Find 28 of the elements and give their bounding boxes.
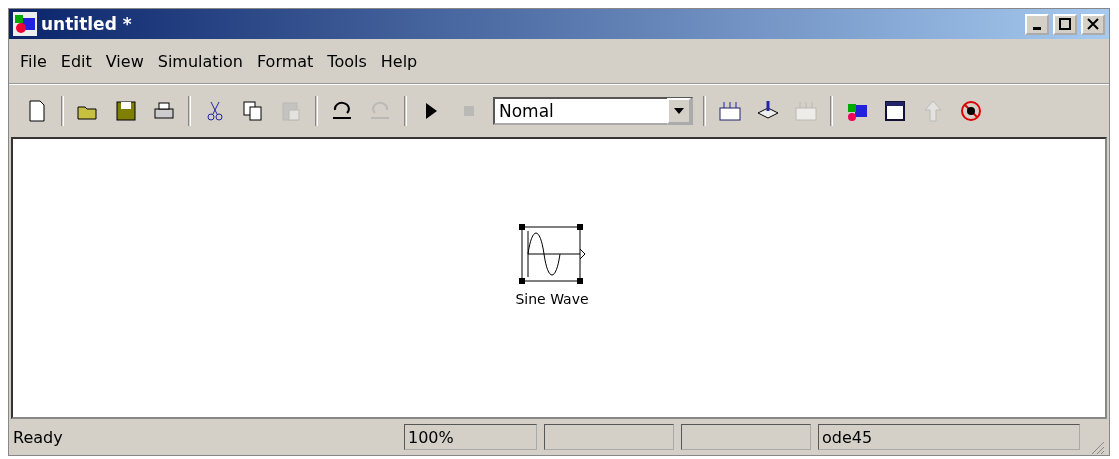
model-icon — [13, 12, 37, 36]
clipboard-icon — [279, 99, 303, 123]
grid-icon — [794, 99, 818, 123]
mode-dropdown[interactable]: Nomal — [493, 97, 693, 125]
status-message: Ready — [13, 427, 64, 447]
close-icon — [1087, 18, 1099, 30]
close-button[interactable] — [1081, 13, 1105, 35]
solver-name: ode45 — [818, 424, 1080, 450]
copy-icon — [241, 99, 265, 123]
menu-item[interactable]: File — [15, 51, 52, 71]
menu-item[interactable]: Simulation — [152, 51, 248, 71]
menu-item[interactable]: Edit — [55, 51, 97, 71]
grid-icon — [718, 99, 742, 123]
menu-item[interactable]: Format — [251, 51, 319, 71]
minimize-button[interactable] — [1025, 13, 1049, 35]
window-title: untitled * — [41, 14, 133, 34]
menu-item[interactable]: Help — [375, 51, 423, 71]
minimize-icon — [1033, 26, 1041, 30]
maximize-icon — [1059, 18, 1071, 30]
window-icon — [883, 99, 907, 123]
sine-wave-block[interactable] — [518, 223, 586, 285]
maximize-button[interactable] — [1053, 13, 1077, 35]
menu-item[interactable]: View — [100, 51, 149, 71]
caret-icon — [674, 108, 684, 114]
block-label: Sine Wave — [515, 291, 589, 307]
resize-grip-icon[interactable] — [1089, 439, 1105, 455]
zoom-level: 100% — [404, 424, 537, 450]
menu-item[interactable]: Tools — [322, 51, 372, 71]
